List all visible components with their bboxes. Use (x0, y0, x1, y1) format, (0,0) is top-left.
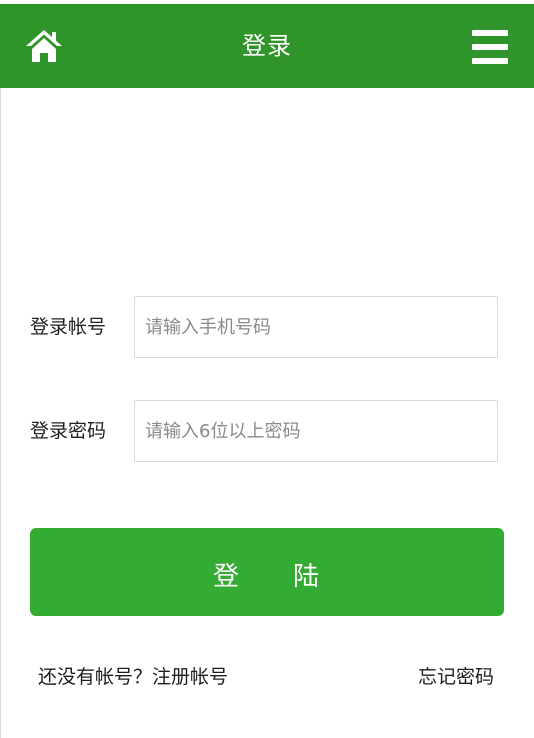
account-label: 登录帐号 (30, 316, 107, 338)
login-button[interactable]: 登 陆 (30, 528, 504, 616)
account-input[interactable] (134, 296, 498, 358)
register-link[interactable]: 还没有帐号？注册帐号 (38, 662, 228, 689)
password-row: 登录密码 (0, 400, 534, 462)
page-title: 登录 (242, 32, 292, 60)
password-input[interactable] (134, 400, 498, 462)
menu-button[interactable] (472, 30, 508, 64)
login-button-label-1: 登 (213, 562, 240, 592)
account-row: 登录帐号 (0, 296, 534, 358)
login-button-label-2: 陆 (293, 562, 320, 592)
app-header: 登录 (0, 0, 534, 88)
page-frame-edge (0, 0, 1, 738)
password-label: 登录密码 (30, 420, 107, 442)
forgot-password-link[interactable]: 忘记密码 (418, 662, 494, 689)
